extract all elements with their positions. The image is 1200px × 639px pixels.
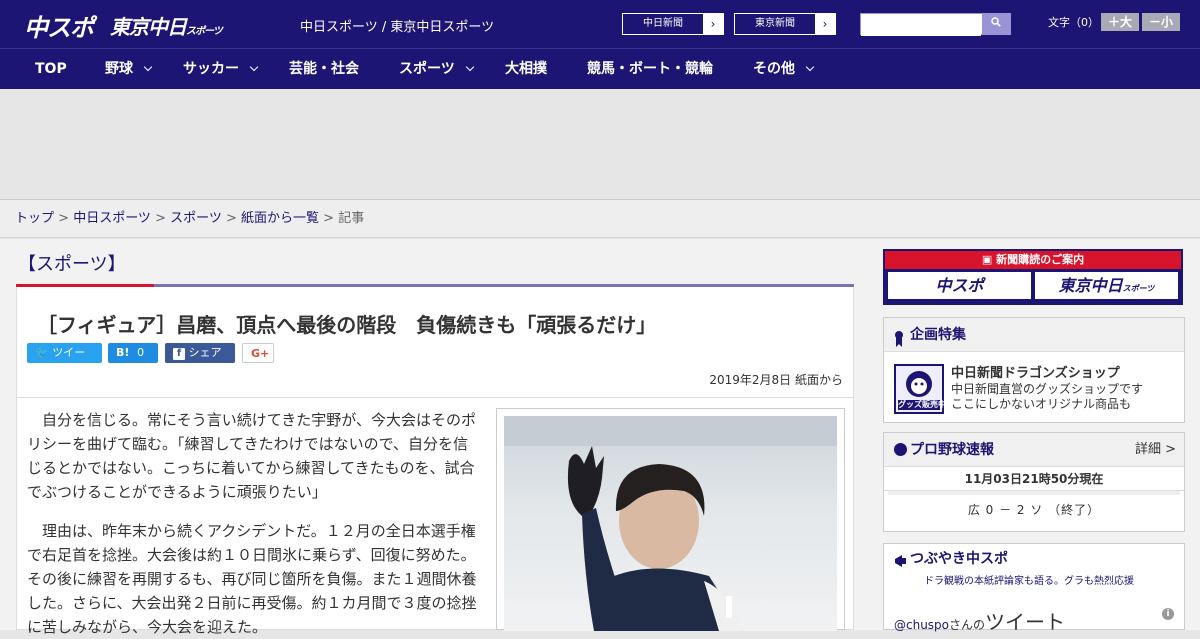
game-result[interactable]: 広 0 － 2 ソ （終了） <box>884 495 1184 525</box>
ad-space <box>0 89 1200 200</box>
site-header: 中スポ 東京中日スポーツ 中日スポーツ / 東京中日スポーツ 中日新聞 › 東京新… <box>0 0 1200 48</box>
hatena-icon: B! <box>116 346 130 359</box>
tokyo-chunichi-logo[interactable]: 東京中日スポーツ <box>110 11 223 40</box>
shop-thumbnail: グッズ販売中 <box>894 364 946 414</box>
ribbon-icon <box>894 327 904 347</box>
subscription-header: ▣ 新聞購読のご案内 <box>885 251 1181 269</box>
feature-panel: 企画特集 グッズ販売中 中日新聞ドラゴンズショップ 中日新聞直営のグッズショップ… <box>883 317 1185 423</box>
chevron-right-icon: › <box>703 14 723 34</box>
font-size-label: 文字（0） <box>1048 16 1099 29</box>
tweets-title: つぶやき中スポ <box>884 544 1184 572</box>
article-photo[interactable] <box>496 408 845 631</box>
search-input[interactable] <box>861 16 981 36</box>
nav-item-baseball[interactable]: 野球 <box>105 49 153 90</box>
chevron-down-icon <box>465 62 474 72</box>
dragons-shop-link[interactable]: グッズ販売中 中日新聞ドラゴンズショップ 中日新聞直営のグッズショップです ここ… <box>884 352 1184 414</box>
newspaper-icon: ▣ <box>981 253 993 266</box>
shop-description: 中日新聞直営のグッズショップです ここにしかないオリジナル商品も <box>951 382 1144 411</box>
baseball-title: プロ野球速報 詳細 > <box>884 433 1184 467</box>
site-name: 中日スポーツ / 東京中日スポーツ <box>300 20 495 35</box>
nav-item-sports[interactable]: スポーツ <box>399 49 474 90</box>
megaphone-icon <box>893 550 909 580</box>
breadcrumb: トップ > 中日スポーツ > スポーツ > 紙面から一覧 > 記事 <box>0 200 1200 238</box>
chevron-right-icon: › <box>815 14 835 34</box>
chevron-down-icon <box>805 62 815 72</box>
font-bigger-button[interactable]: ＋大 <box>1101 13 1139 31</box>
nav-item-racing[interactable]: 競馬・ボート・競輪 <box>587 49 713 90</box>
facebook-icon: f <box>173 348 185 360</box>
tweet-user: @chuspoさんのツイート <box>894 610 1066 634</box>
nav-item-soccer[interactable]: サッカー <box>183 49 259 90</box>
article-paragraph: 自分を信じる。常にそう言い続けてきた宇野が、今大会はそのポリシーを曲げて臨む。「… <box>27 411 476 501</box>
hatena-bookmark-button[interactable]: B! 0 <box>108 343 158 363</box>
breadcrumb-paper-list[interactable]: 紙面から一覧 <box>241 211 319 226</box>
chevron-down-icon <box>249 62 259 72</box>
tokyo-shimbun-link[interactable]: 東京新聞 › <box>734 13 836 35</box>
baseball-score-panel: プロ野球速報 詳細 > 11月03日21時50分現在 広 0 － 2 ソ （終了… <box>883 432 1185 532</box>
font-smaller-button[interactable]: －小 <box>1142 13 1180 31</box>
article-body: 自分を信じる。常にそう言い続けてきた宇野が、今大会はそのポリシーを曲げて臨む。「… <box>16 398 854 636</box>
tweets-subtitle: ドラ観戦の本紙評論家も語る。グラも熱烈応援 <box>924 576 1134 587</box>
breadcrumb-top[interactable]: トップ <box>15 211 54 226</box>
info-icon[interactable]: i <box>1162 608 1174 620</box>
feature-title: 企画特集 <box>884 318 1184 352</box>
shop-title: 中日新聞ドラゴンズショップ <box>951 366 1120 381</box>
nav-item-other[interactable]: その他 <box>753 49 815 90</box>
skater-image <box>504 416 837 631</box>
nav-item-sumo[interactable]: 大相撲 <box>505 49 547 90</box>
article-date: 2019年2月8日 紙面から <box>709 373 843 387</box>
google-plus-button[interactable]: G+ <box>242 343 274 363</box>
article-header: ［フィギュア］昌磨、頂点へ最後の階段 負傷続きも「頑張るだけ」 🐦 ツイート B… <box>16 287 854 398</box>
article-headline: ［フィギュア］昌磨、頂点へ最後の階段 負傷続きも「頑張るだけ」 <box>37 313 657 337</box>
facebook-share-button[interactable]: f シェア 0 <box>165 343 235 379</box>
subscribe-tokyo-chunichi-button[interactable]: 東京中日スポーツ <box>1035 272 1178 299</box>
chuspo-logo[interactable]: 中スポ <box>24 8 94 43</box>
subscribe-chuspo-button[interactable]: 中スポ <box>888 272 1031 299</box>
search-icon[interactable] <box>982 14 1010 34</box>
breadcrumb-sports[interactable]: スポーツ <box>170 211 222 226</box>
breadcrumb-chunichi-sports[interactable]: 中日スポーツ <box>73 211 151 226</box>
nav-item-entertainment[interactable]: 芸能・社会 <box>289 49 359 90</box>
baseball-icon <box>894 443 907 456</box>
article-paragraph: 理由は、昨年末から続くアクシデントだ。１２月の全日本選手権で右足首を捻挫。大会後… <box>27 522 477 636</box>
breadcrumb-current: 記事 <box>338 211 365 226</box>
nav-item-top[interactable]: TOP <box>35 49 67 90</box>
score-updated-time: 11月03日21時50分現在 <box>884 467 1184 491</box>
subscription-ad[interactable]: ▣ 新聞購読のご案内 中スポ 東京中日スポーツ <box>883 249 1183 305</box>
tweet-button[interactable]: 🐦 ツイート <box>27 343 102 379</box>
chunichi-shimbun-link[interactable]: 中日新聞 › <box>622 13 724 35</box>
main-nav: TOP 野球 サッカー 芸能・社会 スポーツ 大相撲 競馬・ボート・競輪 その他 <box>0 48 1200 89</box>
tweets-panel: つぶやき中スポ ドラ観戦の本紙評論家も語る。グラも熱烈応援 @chuspoさんの… <box>883 543 1185 634</box>
baseball-details-link[interactable]: 詳細 > <box>1135 433 1176 467</box>
twitter-icon: 🐦 <box>35 346 49 359</box>
search-box <box>860 13 1011 36</box>
category-title: 【スポーツ】 <box>18 254 126 275</box>
chevron-down-icon <box>143 62 153 72</box>
